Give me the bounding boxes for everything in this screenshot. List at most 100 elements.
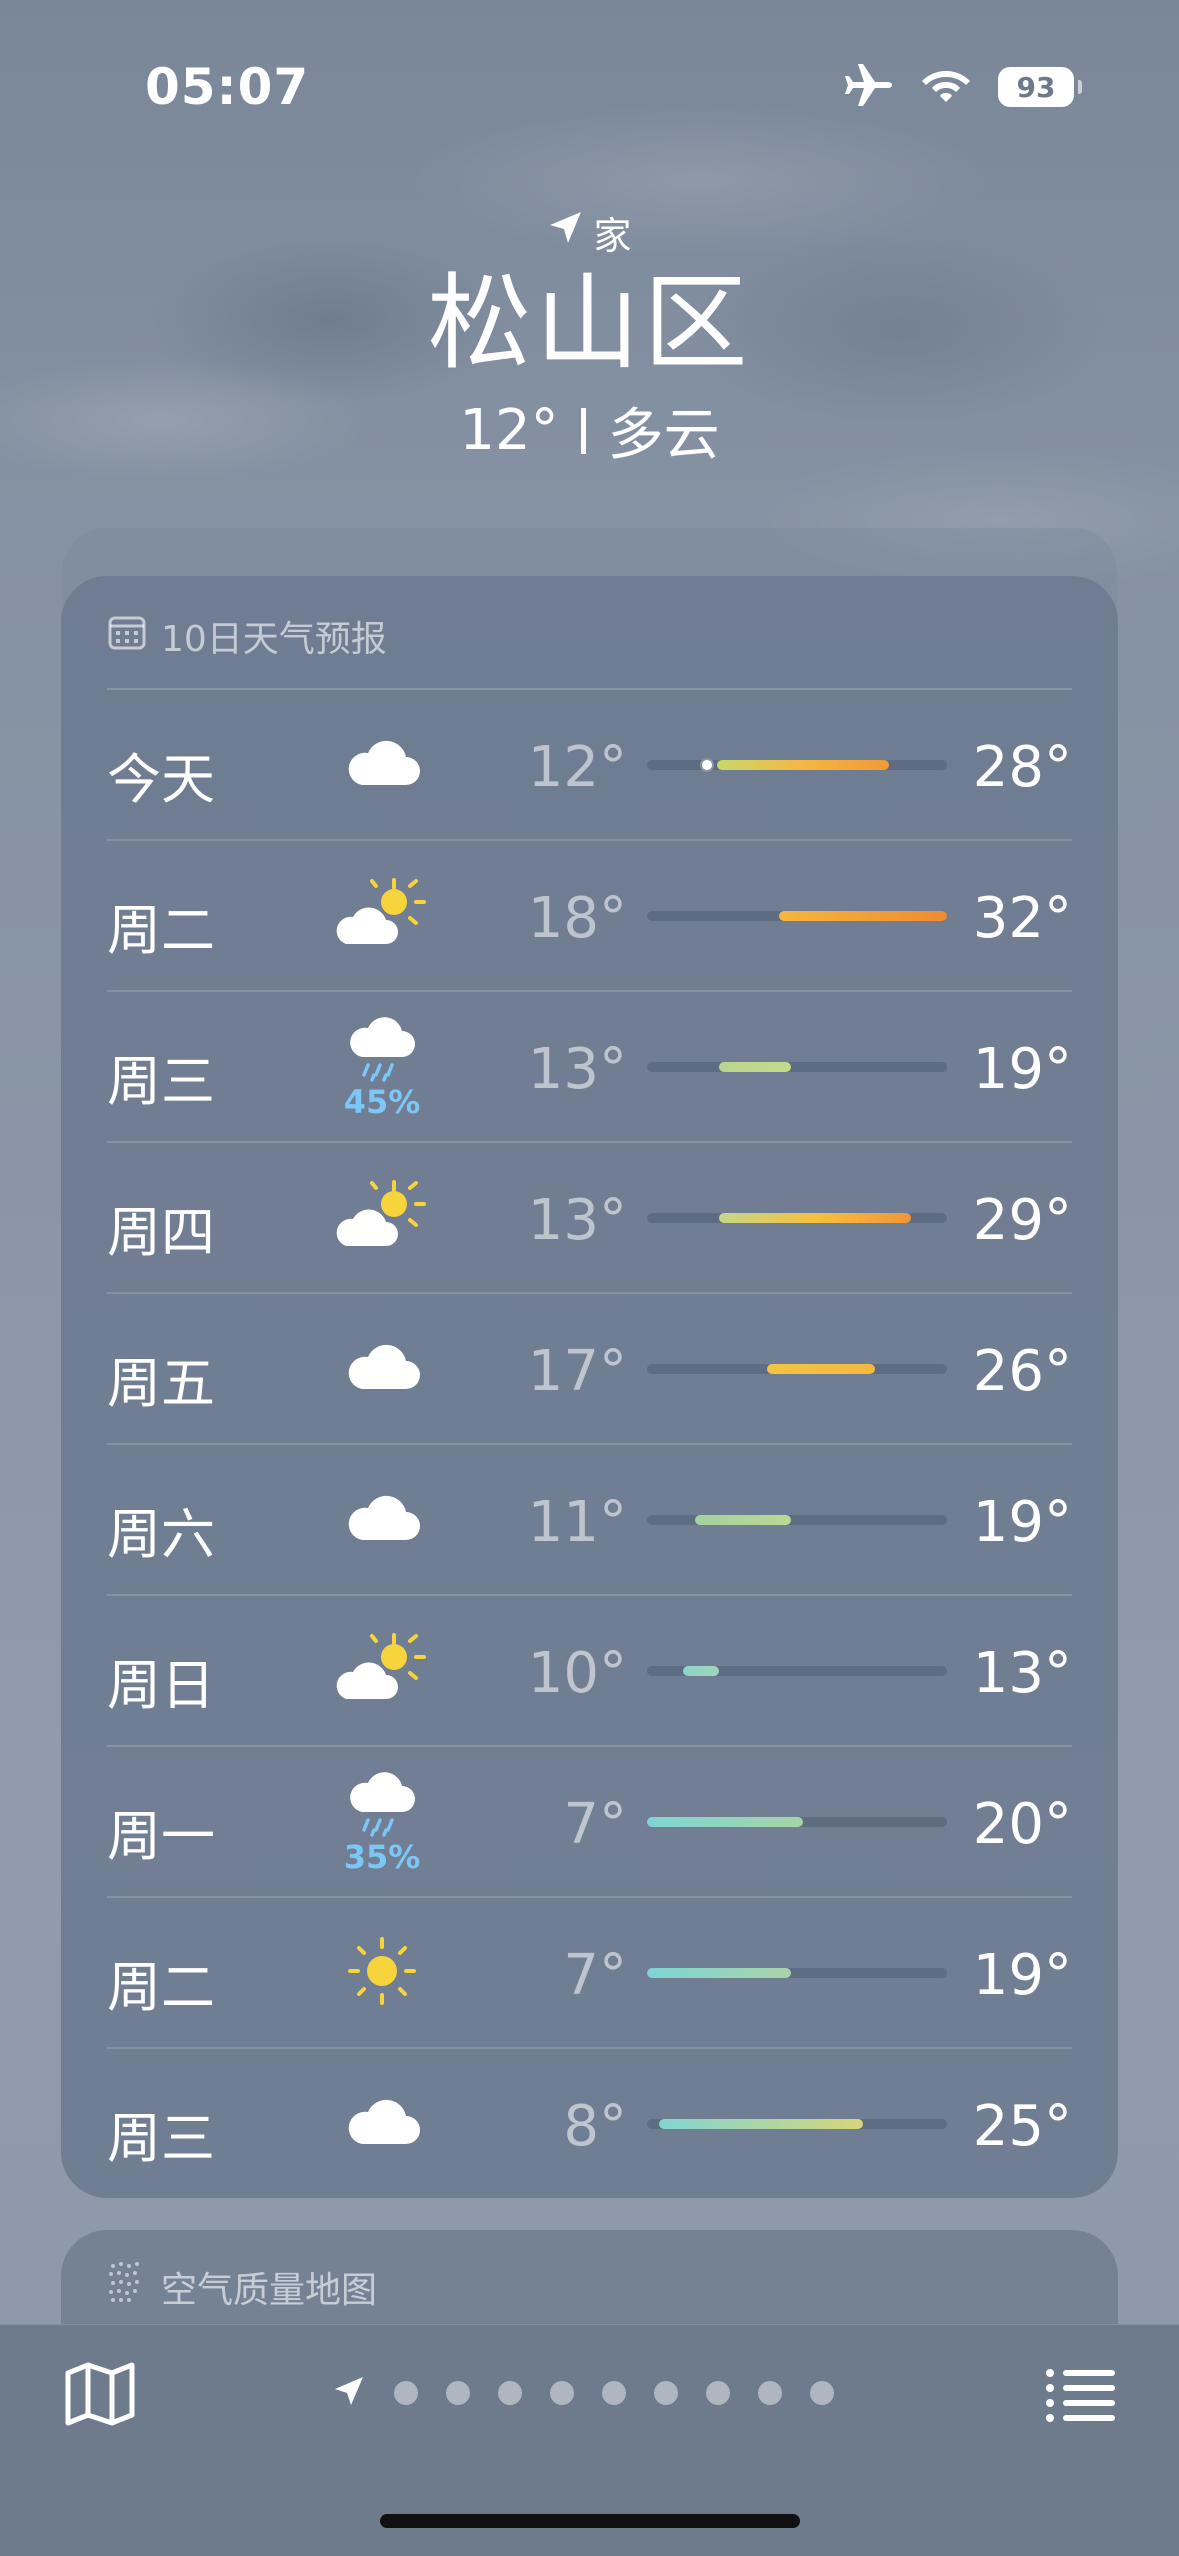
temperature-range-bar <box>647 1968 947 1978</box>
calendar-icon <box>107 612 147 661</box>
status-time: 05:07 <box>145 58 310 116</box>
forecast-condition: 45% <box>327 1012 437 1122</box>
temperature-range-bar <box>647 911 947 921</box>
low-temperature: 10° <box>527 1641 627 1706</box>
forecast-day-label: 周六 <box>107 1503 215 1566</box>
forecast-day-label: 周一 <box>107 1805 215 1868</box>
forecast-day-label: 周二 <box>107 1956 215 2019</box>
forecast-condition <box>327 1616 437 1726</box>
page-dot[interactable] <box>602 2381 626 2405</box>
forecast-row[interactable]: 周五 17° 26° <box>107 1294 1072 1445</box>
high-temperature: 19° <box>972 1943 1072 2008</box>
forecast-day-label: 周三 <box>107 2107 215 2170</box>
location-arrow-icon[interactable] <box>332 2374 366 2412</box>
page-dot[interactable] <box>498 2381 522 2405</box>
current-temperature: 12° <box>459 398 559 464</box>
forecast-row[interactable]: 周六 11° 19° <box>107 1445 1072 1596</box>
temperature-range-fill <box>647 1968 791 1978</box>
forecast-day-label: 周三 <box>107 1050 215 1113</box>
low-temperature: 12° <box>527 735 627 800</box>
list-icon[interactable] <box>1045 2367 1115 2423</box>
high-temperature: 20° <box>972 1792 1072 1857</box>
low-temperature: 8° <box>563 2094 627 2159</box>
forecast-row[interactable]: 今天 12° 28° <box>107 690 1072 841</box>
map-icon[interactable] <box>64 2361 136 2427</box>
temperature-range-bar <box>647 1515 947 1525</box>
forecast-condition <box>327 1314 437 1424</box>
location-label: 家 <box>593 214 632 258</box>
page-indicator[interactable] <box>332 2371 834 2415</box>
forecast-row[interactable]: 周四 13° 29° <box>107 1143 1072 1294</box>
precipitation-chance: 35% <box>343 1838 421 1876</box>
cloud-icon <box>342 735 422 795</box>
forecast-row[interactable]: 周三 8° 25° <box>107 2049 1072 2200</box>
page-dot[interactable] <box>654 2381 678 2405</box>
page-dot[interactable] <box>550 2381 574 2405</box>
city-name: 松山区 <box>427 262 752 384</box>
low-temperature: 11° <box>527 1490 627 1555</box>
battery-icon: 93 <box>998 67 1082 107</box>
status-icons: 93 <box>842 62 1082 112</box>
sun-icon <box>347 1936 417 2010</box>
forecast-row[interactable]: 周一 35% 7° 20° <box>107 1747 1072 1898</box>
forecast-day-label: 周四 <box>107 1201 215 1264</box>
page-dot[interactable] <box>706 2381 730 2405</box>
forecast-row[interactable]: 周三 45% 13° 19° <box>107 992 1072 1143</box>
temperature-range-fill <box>779 911 947 921</box>
temperature-range-fill <box>695 1515 791 1525</box>
cloud-icon <box>342 2094 422 2154</box>
status-bar: 05:07 93 <box>0 0 1179 170</box>
temperature-range-bar <box>647 1666 947 1676</box>
location-line: 家 <box>0 205 1179 260</box>
partly-sunny-icon <box>332 878 432 954</box>
low-temperature: 13° <box>527 1037 627 1102</box>
page-dot[interactable] <box>810 2381 834 2405</box>
temperature-range-bar <box>647 1364 947 1374</box>
forecast-day-label: 周二 <box>107 899 215 962</box>
home-indicator[interactable] <box>380 2514 800 2528</box>
partly-sunny-icon <box>332 1180 432 1256</box>
ten-day-forecast-card[interactable]: 10日天气预报 今天 12° 28° 周二 18° 32° 周三 45% 13° 19° 周四 13°… <box>61 576 1118 2198</box>
summary-separator <box>580 407 586 454</box>
temperature-range-fill <box>719 1062 791 1072</box>
high-temperature: 28° <box>972 735 1072 800</box>
low-temperature: 17° <box>527 1339 627 1404</box>
page-dot[interactable] <box>758 2381 782 2405</box>
airplane-icon <box>842 62 894 112</box>
high-temperature: 19° <box>972 1490 1072 1555</box>
air-quality-header: 空气质量地图 <box>107 2260 377 2313</box>
air-quality-title: 空气质量地图 <box>161 2269 378 2311</box>
forecast-row[interactable]: 周二 7° 19° <box>107 1898 1072 2049</box>
air-quality-dots-icon <box>107 2260 147 2313</box>
high-temperature: 26° <box>972 1339 1072 1404</box>
rain-cloud-icon <box>346 1013 418 1087</box>
high-temperature: 32° <box>972 886 1072 951</box>
current-summary: 12° 多云 <box>0 390 1179 471</box>
forecast-day-label: 周五 <box>107 1352 215 1415</box>
wifi-icon <box>920 65 972 109</box>
temperature-range-bar <box>647 1213 947 1223</box>
rain-cloud-icon <box>346 1768 418 1842</box>
temperature-range-fill <box>659 2119 863 2129</box>
temperature-range-fill <box>717 760 889 770</box>
partly-sunny-icon <box>332 1633 432 1709</box>
cloud-icon <box>342 1490 422 1550</box>
temperature-range-fill <box>683 1666 719 1676</box>
high-temperature: 19° <box>972 1037 1072 1102</box>
page-dot[interactable] <box>394 2381 418 2405</box>
forecast-day-label: 周日 <box>107 1654 215 1717</box>
page-dot[interactable] <box>446 2381 470 2405</box>
temperature-range-fill <box>767 1364 875 1374</box>
low-temperature: 7° <box>563 1943 627 2008</box>
forecast-condition <box>327 1918 437 2028</box>
location-header: 家 松山区 12° 多云 <box>0 205 1179 471</box>
temperature-range-fill <box>647 1817 803 1827</box>
forecast-condition: 35% <box>327 1767 437 1877</box>
forecast-row[interactable]: 周日 10° 13° <box>107 1596 1072 1747</box>
precipitation-chance: 45% <box>343 1083 421 1121</box>
forecast-day-label: 今天 <box>107 748 215 811</box>
forecast-row[interactable]: 周二 18° 32° <box>107 841 1072 992</box>
forecast-condition <box>327 861 437 971</box>
forecast-card-header: 10日天气预报 <box>107 608 1072 664</box>
forecast-condition <box>327 1163 437 1273</box>
